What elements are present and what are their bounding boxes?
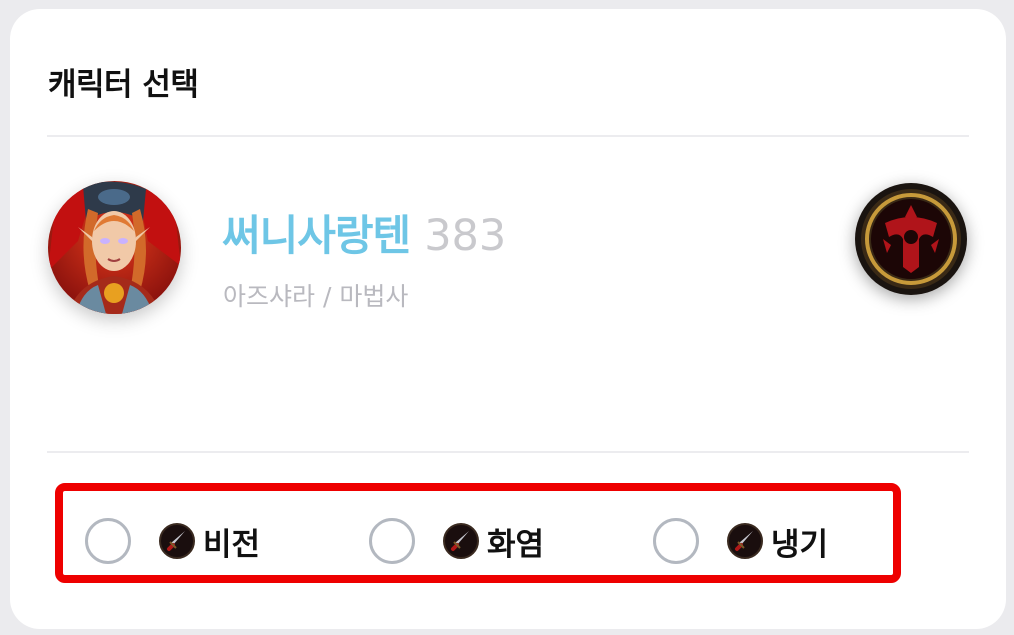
dagger-icon [159,523,195,559]
spec-radio-fire[interactable] [369,518,415,564]
spec-selection-group: 비전 화염 냉기 [55,483,901,583]
divider [47,135,969,137]
spec-option-fire[interactable]: 화염 [369,518,545,564]
spec-option-frost[interactable]: 냉기 [653,518,829,564]
spec-radio-arcane[interactable] [85,518,131,564]
horde-emblem-icon [855,183,967,295]
faction-badge [853,181,969,297]
character-select-card: 캐릭터 선택 써니사랑텐 383 아즈샤라 / 마법사 비전 화염 냉기 [10,9,1006,629]
blood-elf-mage-portrait-icon [48,181,181,314]
character-avatar[interactable] [48,181,181,314]
character-realm-class: 아즈샤라 / 마법사 [223,282,409,311]
divider [47,451,969,453]
character-name: 써니사랑텐 [222,211,411,260]
page-title: 캐릭터 선택 [48,67,199,103]
spec-option-arcane[interactable]: 비전 [85,518,261,564]
spec-radio-frost[interactable] [653,518,699,564]
dagger-icon [727,523,763,559]
dagger-icon [443,523,479,559]
character-name-row: 써니사랑텐 383 [222,202,506,263]
spec-label-arcane: 비전 [203,526,261,563]
spec-label-frost: 냉기 [771,526,829,563]
spec-label-fire: 화염 [487,526,545,563]
character-item-level: 383 [424,211,507,261]
